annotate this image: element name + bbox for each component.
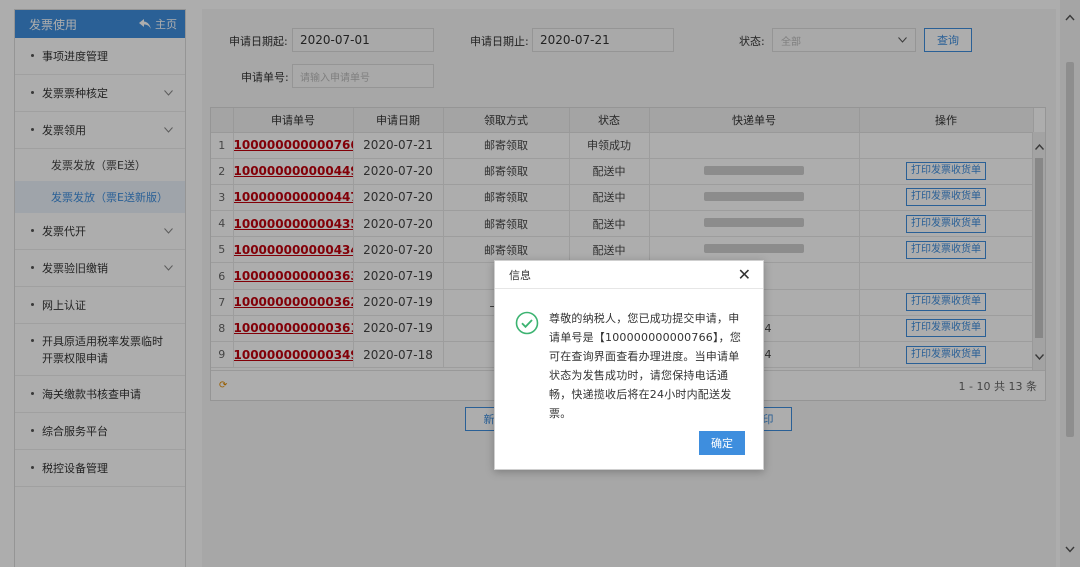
dialog-header: 信息 ✕ [495, 261, 763, 289]
dialog-message: 尊敬的纳税人，您已成功提交申请，申请单号是【100000000000766】，您… [549, 312, 742, 420]
info-dialog: 信息 ✕ 尊敬的纳税人，您已成功提交申请，申请单号是【1000000000007… [494, 260, 764, 470]
confirm-button[interactable]: 确定 [699, 431, 745, 455]
dialog-body: 尊敬的纳税人，您已成功提交申请，申请单号是【100000000000766】，您… [515, 309, 747, 423]
dialog-title: 信息 [509, 268, 531, 282]
close-icon[interactable]: ✕ [738, 266, 751, 283]
success-check-icon [515, 311, 539, 335]
